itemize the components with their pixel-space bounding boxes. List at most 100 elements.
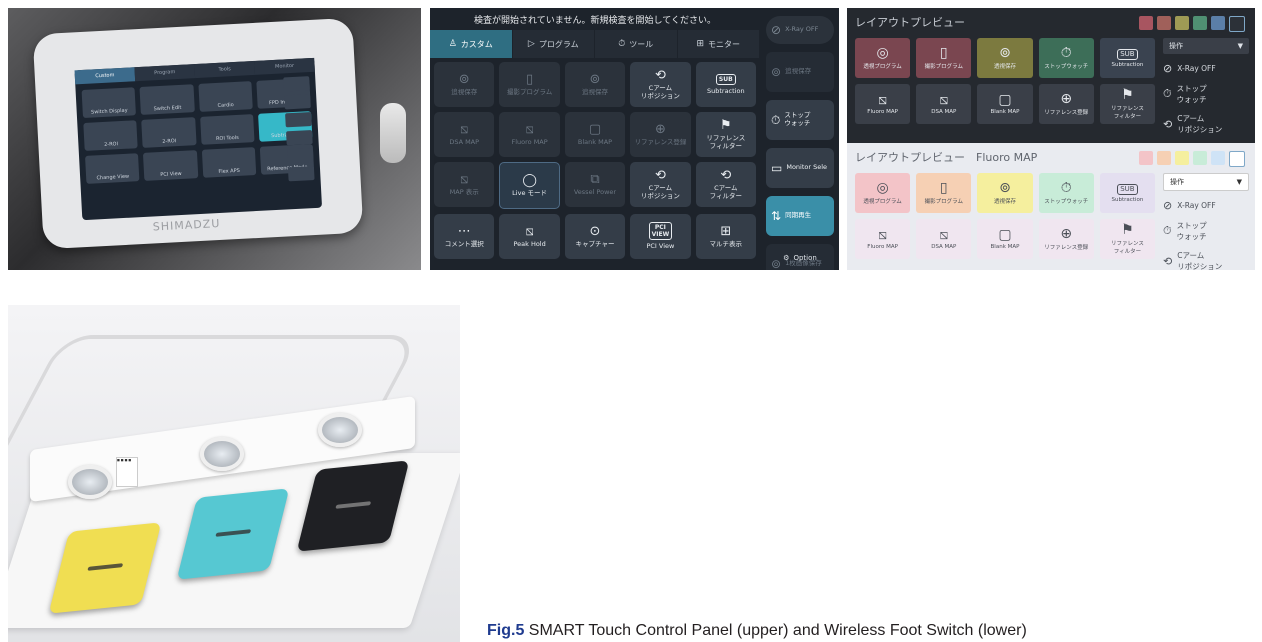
device-tile[interactable]: Switch Display <box>81 87 137 118</box>
color-swatch[interactable] <box>1211 151 1225 165</box>
function-button[interactable]: ⋯ コメント選択 <box>434 214 495 259</box>
side-button[interactable]: ▭ Monitor Sele <box>766 148 834 188</box>
function-button[interactable]: ⧅ Peak Hold <box>499 214 560 259</box>
layout-tile[interactable]: ⏱ ストップウォッチ <box>1038 173 1094 213</box>
layout-tile[interactable]: ⊚ 透視保存 <box>977 173 1033 213</box>
device-tile[interactable]: Cardio <box>197 81 253 112</box>
color-swatch[interactable] <box>1157 151 1171 165</box>
function-button[interactable]: ⟲ Cアーム リポジション <box>630 62 691 107</box>
layout-tile[interactable]: ⧅ Fluoro MAP <box>855 219 911 259</box>
function-button[interactable]: ⊕ リファレンス登録 <box>630 112 691 157</box>
color-swatch[interactable] <box>1139 151 1153 165</box>
function-label: PCI View <box>646 242 675 251</box>
color-swatch[interactable] <box>1193 16 1207 30</box>
function-icon: ⟲ <box>654 67 666 83</box>
function-button[interactable]: ⊚ 追視保存 <box>434 62 495 107</box>
layout-side-item[interactable]: ⏱ ストップ ウォッチ <box>1163 83 1249 105</box>
function-button[interactable]: ⊚ 追視保存 <box>564 62 626 107</box>
device-tile[interactable]: 2-ROI <box>141 117 197 148</box>
side-button[interactable]: ⊚ 追視保存 <box>766 52 834 92</box>
device-tile[interactable]: Change View <box>85 153 140 184</box>
option-button[interactable]: ⚙ Option <box>766 254 834 262</box>
status-lamp-3 <box>318 413 362 447</box>
layout-tile[interactable]: ⚑ リファレンス フィルター <box>1099 219 1155 259</box>
layout-tile[interactable]: ▯ 撮影プログラム <box>916 173 972 213</box>
tab-2[interactable]: ⏱ ツール <box>595 30 678 58</box>
function-icon: ⧅ <box>460 121 469 137</box>
function-button[interactable]: ▢ Blank MAP <box>564 112 626 157</box>
layout-tile-label: リファレンス登録 <box>1044 245 1089 251</box>
layout-tile[interactable]: ▯ 撮影プログラム <box>916 38 972 78</box>
layout-tile[interactable]: ⏱ ストップウォッチ <box>1038 38 1094 78</box>
tab-3[interactable]: ⊞ モニター <box>678 30 760 58</box>
function-icon: SUB <box>715 73 736 85</box>
layout-tile[interactable]: ▢ Blank MAP <box>977 84 1033 124</box>
side-label: 追視保存 <box>785 67 812 76</box>
function-button[interactable]: ⟲ Cアーム リポジション <box>630 162 691 207</box>
color-swatch[interactable] <box>1211 16 1225 30</box>
layout-tile[interactable]: ⊕ リファレンス登録 <box>1038 219 1094 259</box>
function-button[interactable]: ⟲ Cアーム フィルター <box>695 162 756 207</box>
layout-tile[interactable]: ⧅ Fluoro MAP <box>855 84 911 124</box>
function-button[interactable]: PCI VIEW PCI View <box>630 214 691 259</box>
side-label: X-Ray OFF <box>785 25 819 34</box>
device-tile[interactable]: 2-ROI <box>83 120 138 151</box>
layout-tile[interactable]: ⧅ DSA MAP <box>916 219 972 259</box>
layout-side-item[interactable]: ⊘ X-Ray OFF <box>1163 199 1249 212</box>
function-button[interactable]: ⧅ MAP 表示 <box>434 162 495 207</box>
side-icon: ⏱ <box>771 112 781 127</box>
layout-tile[interactable]: ▢ Blank MAP <box>977 219 1033 259</box>
layout-tile[interactable]: ⊕ リファレンス登録 <box>1038 84 1094 124</box>
function-icon: ⋯ <box>457 223 471 239</box>
function-button[interactable]: ◯ Live モード <box>499 162 560 209</box>
layout-side-item[interactable]: ⟲ Cアーム リポジション <box>1163 250 1249 270</box>
function-button[interactable]: ⊞ マルチ表示 <box>695 214 756 259</box>
layout-tile[interactable]: ⚑ リファレンス フィルター <box>1099 84 1155 124</box>
layout-side-item[interactable]: ⏱ ストップ ウォッチ <box>1163 220 1249 242</box>
color-swatch[interactable] <box>1229 151 1245 167</box>
function-button[interactable]: ⚑ リファレンス フィルター <box>695 112 756 157</box>
color-swatch[interactable] <box>1139 16 1153 30</box>
color-swatch[interactable] <box>1229 16 1245 32</box>
function-button-grid: ⊚ 追視保存 ▯ 撮影プログラム ⊚ 追視保存 ⟲ Cアーム リポジション SUB Subtrac… <box>434 62 756 259</box>
layout-tile[interactable]: SUB Subtraction <box>1099 38 1155 78</box>
layout-tile[interactable]: SUB Subtraction <box>1099 173 1155 213</box>
status-notice: 検査が開始されていません。新規検査を開始してください。 <box>474 15 716 26</box>
tab-0[interactable]: ♙ カスタム <box>430 30 513 58</box>
color-swatch[interactable] <box>1175 16 1189 30</box>
color-swatch[interactable] <box>1193 151 1207 165</box>
layout-tile[interactable]: ◎ 透視プログラム <box>855 38 911 78</box>
layout-tile-label: リファレンス登録 <box>1044 110 1089 116</box>
function-button[interactable]: SUB Subtraction <box>695 62 756 107</box>
function-button[interactable]: ⊙ キャプチャー <box>564 214 626 259</box>
function-button[interactable]: ⧅ Fluoro MAP <box>499 112 560 157</box>
function-button[interactable]: ⧅ DSA MAP <box>434 112 495 157</box>
device-tile[interactable]: ROI Tools <box>199 114 255 145</box>
layout-side-item[interactable]: ⟲ Cアーム リポジション <box>1163 113 1249 135</box>
function-label: Subtraction <box>706 86 745 95</box>
function-icon: ⟲ <box>654 167 666 183</box>
color-swatch[interactable] <box>1157 16 1171 30</box>
function-icon: ⧅ <box>525 121 534 137</box>
function-icon: ⊞ <box>720 223 732 239</box>
device-tile[interactable]: Switch Edit <box>139 84 195 115</box>
side-button[interactable]: ⊘ X-Ray OFF <box>766 16 834 44</box>
tab-1[interactable]: ▷ プログラム <box>513 30 595 58</box>
operation-dropdown-light[interactable]: 操作 ▼ <box>1163 173 1249 191</box>
side-button[interactable]: ⇅ 同期再生 <box>766 196 834 236</box>
function-button[interactable]: ⧉ Vessel Power <box>564 162 626 207</box>
layout-side-label: Cアーム リポジション <box>1177 114 1223 134</box>
function-button[interactable]: ▯ 撮影プログラム <box>499 62 560 107</box>
device-tile[interactable]: Flex APS <box>201 147 257 178</box>
side-button[interactable]: ⏱ ストップ ウォッチ <box>766 100 834 140</box>
layout-tile[interactable]: ⧅ DSA MAP <box>916 84 972 124</box>
layout-side-item[interactable]: ⊘ X-Ray OFF <box>1163 62 1249 75</box>
color-swatch[interactable] <box>1175 151 1189 165</box>
device-tile[interactable]: PCI View <box>143 150 198 181</box>
layout-tile[interactable]: ⊚ 透視保存 <box>977 38 1033 78</box>
gear-icon: ⚙ <box>783 254 790 262</box>
operation-dropdown-dark[interactable]: 操作 ▼ <box>1163 38 1249 54</box>
caption-text: SMART Touch Control Panel (upper) and Wi… <box>524 622 1027 639</box>
layout-tile[interactable]: ◎ 透視プログラム <box>855 173 911 213</box>
device-side-buttons <box>283 76 315 182</box>
